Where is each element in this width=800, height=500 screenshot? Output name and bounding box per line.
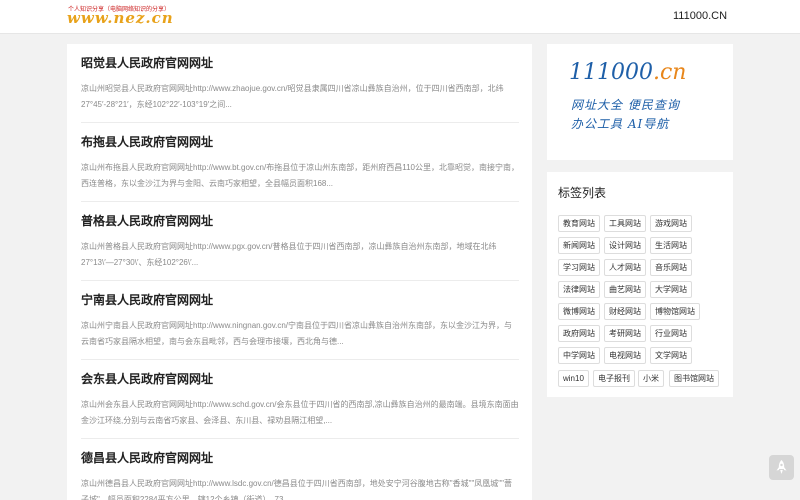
- divider: [81, 280, 519, 281]
- article-excerpt: 凉山州布拖县人民政府官网网址http://www.bt.gov.cn/布拖县位于…: [81, 163, 519, 188]
- tag-item[interactable]: 学习网站: [558, 259, 600, 276]
- article-list: 昭觉县人民政府官网网址 凉山州昭觉县人民政府官网网址http://www.zha…: [67, 44, 532, 500]
- divider: [81, 438, 519, 439]
- site-logo[interactable]: 个人知识分享（电脑网络知识的分享） www.nez.cn: [67, 4, 177, 30]
- tag-item[interactable]: 考研网站: [604, 325, 646, 342]
- tag-list-title: 标签列表: [558, 186, 607, 200]
- tag-item[interactable]: 音乐网站: [650, 259, 692, 276]
- divider: [81, 122, 519, 123]
- top-nav-link[interactable]: 111000.CN: [673, 10, 727, 22]
- tag-item[interactable]: 财经网站: [604, 303, 646, 320]
- article-excerpt: 凉山州会东县人民政府官网网址http://www.schd.gov.cn/会东县…: [81, 400, 519, 425]
- banner-suffix: .cn: [652, 60, 687, 85]
- article-excerpt: 凉山州德昌县人民政府官网网址http://www.lsdc.gov.cn/德昌县…: [81, 479, 512, 500]
- banner-slogan-1: 网址大全 便民查询: [571, 98, 680, 112]
- article-title[interactable]: 会东县人民政府官网网址: [81, 371, 519, 387]
- tag-item[interactable]: 大学网站: [650, 281, 692, 298]
- tag-item[interactable]: 文学网站: [650, 347, 692, 364]
- article-excerpt: 凉山州昭觉县人民政府官网网址http://www.zhaojue.gov.cn/…: [81, 84, 504, 109]
- divider: [81, 359, 519, 360]
- tag-item[interactable]: 电视网站: [604, 347, 646, 364]
- article-excerpt: 凉山州宁南县人民政府官网网址http://www.ningnan.gov.cn/…: [81, 321, 513, 346]
- article-title[interactable]: 布拖县人民政府官网网址: [81, 134, 519, 150]
- tag-item[interactable]: 政府网站: [558, 325, 600, 342]
- tag-item[interactable]: 教育网站: [558, 215, 600, 232]
- tag-list-panel: 标签列表 教育网站 工具网站 游戏网站 新闻网站 设计网站 生活网站 学习网站 …: [547, 172, 733, 397]
- tag-item[interactable]: 生活网站: [650, 237, 692, 254]
- promo-banner[interactable]: 111000.cn 网址大全 便民查询 办公工具 AI导航: [547, 44, 733, 160]
- tag-item[interactable]: 法律网站: [558, 281, 600, 298]
- article-item[interactable]: 宁南县人民政府官网网址 凉山州宁南县人民政府官网网址http://www.nin…: [81, 292, 519, 350]
- back-to-top-button[interactable]: [769, 455, 794, 480]
- banner-slogan-2: 办公工具 AI导航: [571, 117, 670, 131]
- logo-text: www.nez.cn: [67, 9, 174, 27]
- top-navbar: 个人知识分享（电脑网络知识的分享） www.nez.cn 111000.CN: [0, 0, 800, 34]
- tag-item[interactable]: 人才网站: [604, 259, 646, 276]
- divider: [81, 201, 519, 202]
- article-title[interactable]: 昭觉县人民政府官网网址: [81, 55, 519, 71]
- article-title[interactable]: 宁南县人民政府官网网址: [81, 292, 519, 308]
- tag-item[interactable]: 曲艺网站: [604, 281, 646, 298]
- tag-item[interactable]: 小米: [638, 370, 664, 387]
- tag-item[interactable]: 博物馆网站: [650, 303, 700, 320]
- article-excerpt: 凉山州普格县人民政府官网网址http://www.pgx.gov.cn/普格县位…: [81, 242, 497, 267]
- tag-item[interactable]: 电子报刊: [593, 370, 635, 387]
- banner-number: 111000: [569, 60, 653, 85]
- banner-logo: 111000.cn: [569, 60, 686, 85]
- tag-item[interactable]: 工具网站: [604, 215, 646, 232]
- article-item[interactable]: 会东县人民政府官网网址 凉山州会东县人民政府官网网址http://www.sch…: [81, 371, 519, 429]
- tag-item[interactable]: 中学网站: [558, 347, 600, 364]
- article-item[interactable]: 昭觉县人民政府官网网址 凉山州昭觉县人民政府官网网址http://www.zha…: [81, 55, 519, 113]
- article-item[interactable]: 布拖县人民政府官网网址 凉山州布拖县人民政府官网网址http://www.bt.…: [81, 134, 519, 192]
- tag-item[interactable]: win10: [558, 370, 589, 387]
- tag-item[interactable]: 游戏网站: [650, 215, 692, 232]
- article-title[interactable]: 德昌县人民政府官网网址: [81, 450, 519, 466]
- tag-item[interactable]: 微博网站: [558, 303, 600, 320]
- article-title[interactable]: 普格县人民政府官网网址: [81, 213, 519, 229]
- tag-item[interactable]: 行业网站: [650, 325, 692, 342]
- tag-item[interactable]: 图书馆网站: [669, 370, 719, 387]
- article-item[interactable]: 德昌县人民政府官网网址 凉山州德昌县人民政府官网网址http://www.lsd…: [81, 450, 519, 500]
- tag-item[interactable]: 新闻网站: [558, 237, 600, 254]
- article-item[interactable]: 普格县人民政府官网网址 凉山州普格县人民政府官网网址http://www.pgx…: [81, 213, 519, 271]
- tag-item[interactable]: 设计网站: [604, 237, 646, 254]
